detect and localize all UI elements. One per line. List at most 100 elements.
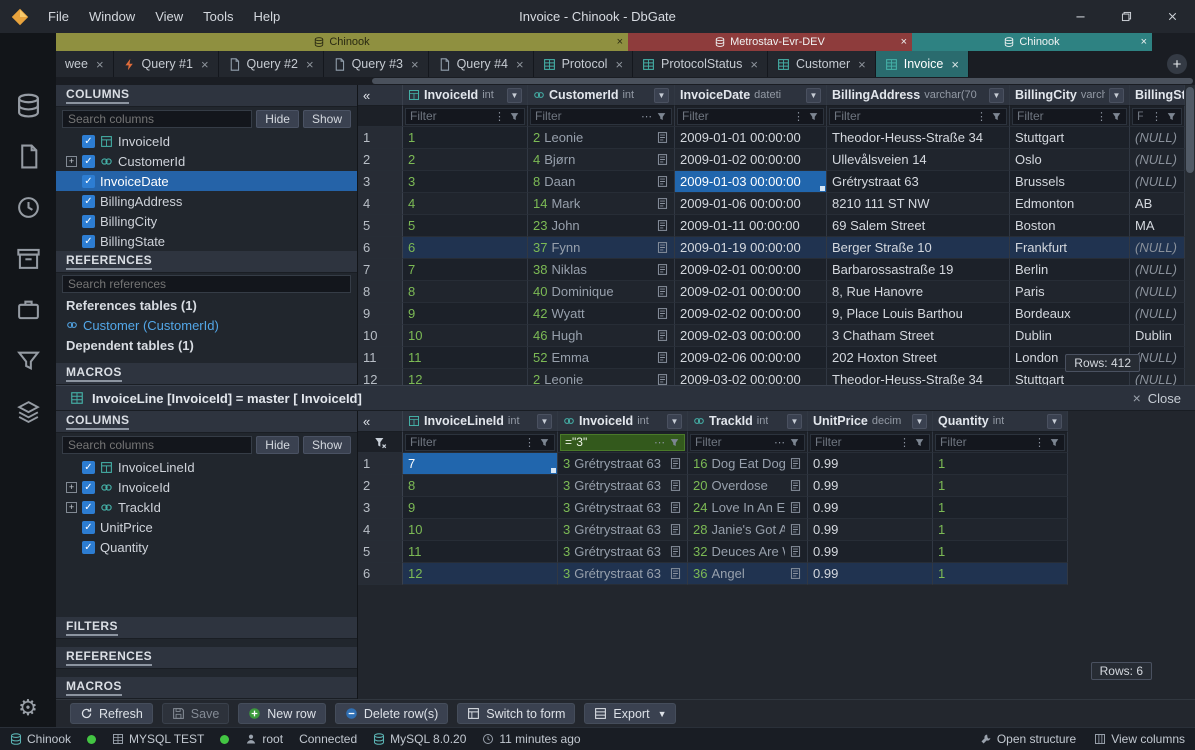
checkbox-checked[interactable] (82, 541, 95, 554)
cell-billingcity[interactable]: Stuttgart (1010, 127, 1130, 149)
checkbox-checked[interactable] (82, 481, 95, 494)
filter-menu-icon[interactable]: ⋮ (793, 110, 804, 123)
expand-icon[interactable]: + (66, 482, 77, 493)
cell-unitprice[interactable]: 0.99 (808, 519, 933, 541)
cell-unitprice[interactable]: 0.99 (808, 497, 933, 519)
cell-invoicedate[interactable]: 2009-01-06 00:00:00 (675, 193, 827, 215)
funnel-icon[interactable] (1166, 111, 1177, 122)
cell-invoicedate[interactable]: 2009-02-06 00:00:00 (675, 347, 827, 369)
cell-trackid[interactable]: 20Overdose (688, 475, 808, 497)
refresh-button[interactable]: Refresh (70, 703, 153, 724)
cell-billingstate[interactable]: Dublin (1130, 325, 1185, 347)
column-item-invoicelineid[interactable]: InvoiceLineId (56, 457, 357, 477)
checkbox-checked[interactable] (82, 521, 95, 534)
macros-section-header[interactable]: MACROS (56, 363, 357, 385)
column-item-unitprice[interactable]: UnitPrice (56, 517, 357, 537)
cell-billingcity[interactable]: Brussels (1010, 171, 1130, 193)
cell-customerid[interactable]: 46Hugh (528, 325, 675, 347)
filter-menu-icon[interactable]: ⋯ (641, 110, 652, 123)
cell-invoiceid[interactable]: 3Grétrystraat 63 (558, 519, 688, 541)
cell-billingcity[interactable]: Dublin (1010, 325, 1130, 347)
checkbox-checked[interactable] (82, 195, 95, 208)
filter-menu-icon[interactable]: ⋮ (524, 436, 535, 449)
cell-billingstate[interactable]: (NULL) (1130, 127, 1185, 149)
row-number[interactable]: 2 (358, 475, 403, 497)
cell-billingaddress[interactable]: Berger Straße 10 (827, 237, 1010, 259)
close-icon[interactable]: × (411, 57, 419, 72)
row-number[interactable]: 1 (358, 127, 403, 149)
column-item-invoiceid[interactable]: InvoiceId (56, 131, 357, 151)
cell-billingaddress[interactable]: Barbarossastraße 19 (827, 259, 1010, 281)
cell-billingstate[interactable]: (NULL) (1130, 281, 1185, 303)
clear-filter-button[interactable] (358, 432, 403, 453)
plugins-icon[interactable] (16, 399, 41, 424)
cell-billingstate[interactable]: (NULL) (1130, 259, 1185, 281)
close-icon[interactable]: × (951, 57, 959, 72)
filter-input[interactable]: Filter⋯ (530, 108, 672, 125)
filter-input[interactable]: Filter⋮ (829, 108, 1007, 125)
filter-input[interactable]: Filter⋮ (1132, 108, 1182, 125)
filter-menu-icon[interactable]: ⋮ (1096, 110, 1107, 123)
new-tab-button[interactable]: + (1167, 54, 1187, 74)
filters-icon[interactable] (16, 348, 41, 373)
cell-billingaddress[interactable]: 8210 111 ST NW (827, 193, 1010, 215)
row-number[interactable]: 5 (358, 541, 403, 563)
close-icon[interactable]: × (617, 36, 623, 48)
cell-invoicelineid[interactable]: 9 (403, 497, 558, 519)
cell-invoiceid[interactable]: 5 (403, 215, 528, 237)
filter-input[interactable]: ="3"⋯ (560, 434, 685, 451)
close-icon[interactable]: × (201, 57, 209, 72)
filter-input[interactable]: Filter⋯ (690, 434, 805, 451)
checkbox-checked[interactable] (82, 155, 95, 168)
cell-invoiceid[interactable]: 3 (403, 171, 528, 193)
cell-trackid[interactable]: 36Angel (688, 563, 808, 585)
delete-row-s-button[interactable]: Delete row(s) (335, 703, 448, 724)
cell-customerid[interactable]: 37Fynn (528, 237, 675, 259)
status-item-view-columns[interactable]: View columns (1094, 732, 1185, 746)
menu-window[interactable]: Window (79, 4, 145, 29)
status-item[interactable] (87, 735, 96, 744)
expand-icon[interactable]: + (66, 502, 77, 513)
cell-customerid[interactable]: 38Niklas (528, 259, 675, 281)
search-references-input[interactable] (62, 275, 351, 293)
column-menu-button[interactable]: ▼ (537, 414, 552, 429)
references-section-header[interactable]: REFERENCES (56, 251, 357, 273)
column-header-invoicedate[interactable]: InvoiceDatedateti▼ (675, 85, 827, 106)
cell-invoicedate[interactable]: 2009-01-19 00:00:00 (675, 237, 827, 259)
cell-customerid[interactable]: 23John (528, 215, 675, 237)
reference-link-customer[interactable]: Customer (CustomerId) (56, 315, 357, 335)
collapse-columns-button[interactable]: « (358, 85, 403, 106)
column-menu-button[interactable]: ▼ (912, 414, 927, 429)
close-icon[interactable]: × (858, 57, 866, 72)
cell-billingaddress[interactable]: 202 Hoxton Street (827, 347, 1010, 369)
expand-icon[interactable]: + (66, 156, 77, 167)
cell-invoiceid[interactable]: 9 (403, 303, 528, 325)
close-icon[interactable]: × (516, 57, 524, 72)
tab-invoice[interactable]: Invoice× (876, 51, 969, 77)
tab-query-1[interactable]: Query #1× (114, 51, 219, 77)
tab-query-3[interactable]: Query #3× (324, 51, 429, 77)
column-menu-button[interactable]: ▼ (806, 88, 821, 103)
show-button[interactable]: Show (303, 110, 351, 128)
files-icon[interactable] (16, 144, 41, 169)
cell-billingaddress[interactable]: Theodor-Heuss-Straße 34 (827, 369, 1010, 385)
status-item-mysql-8-0-20[interactable]: MySQL 8.0.20 (373, 732, 466, 746)
menu-help[interactable]: Help (244, 4, 291, 29)
status-item-root[interactable]: root (245, 732, 283, 746)
cell-billingcity[interactable]: Edmonton (1010, 193, 1130, 215)
search-columns-input[interactable] (62, 436, 252, 454)
row-number[interactable]: 6 (358, 237, 403, 259)
status-item-connected[interactable]: Connected (299, 732, 357, 746)
column-menu-button[interactable]: ▼ (654, 88, 669, 103)
cell-billingstate[interactable]: AB (1130, 193, 1185, 215)
funnel-icon[interactable] (808, 111, 819, 122)
funnel-icon[interactable] (789, 437, 800, 448)
cell-invoiceid[interactable]: 6 (403, 237, 528, 259)
menu-tools[interactable]: Tools (193, 4, 243, 29)
scrollbar-thumb[interactable] (372, 78, 1193, 84)
filter-input[interactable]: Filter⋮ (1012, 108, 1127, 125)
new-row-button[interactable]: New row (238, 703, 326, 724)
column-item-billingcity[interactable]: BillingCity (56, 211, 357, 231)
archive-icon[interactable] (16, 246, 41, 271)
row-number[interactable]: 4 (358, 193, 403, 215)
